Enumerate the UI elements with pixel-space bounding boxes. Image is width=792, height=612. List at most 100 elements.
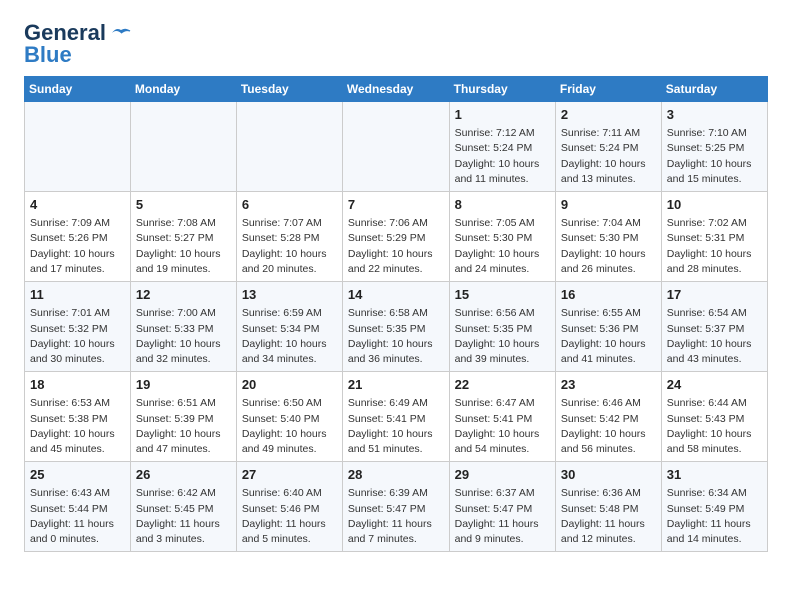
- calendar-table: SundayMondayTuesdayWednesdayThursdayFrid…: [24, 76, 768, 552]
- day-info: Sunrise: 7:05 AM Sunset: 5:30 PM Dayligh…: [455, 216, 550, 277]
- calendar-week-row: 11 Sunrise: 7:01 AM Sunset: 5:32 PM Dayli…: [25, 282, 768, 372]
- logo-bird-icon: [110, 25, 132, 41]
- calendar-cell: 31Sunrise: 6:34 AM Sunset: 5:49 PM Dayli…: [661, 462, 767, 552]
- day-info: Sunrise: 6:49 AM Sunset: 5:41 PM Dayligh…: [348, 396, 444, 457]
- day-number: 16: [561, 286, 656, 304]
- day-info: Sunrise: 7:08 AM Sunset: 5:27 PM Dayligh…: [136, 216, 231, 277]
- day-info: Sunrise: 6:56 AM Sunset: 5:35 PM Dayligh…: [455, 306, 550, 367]
- day-number: 19: [136, 376, 231, 394]
- calendar-cell: 21 Sunrise: 6:49 AM Sunset: 5:41 PM Dayli…: [342, 372, 449, 462]
- day-info: Sunrise: 7:06 AM Sunset: 5:29 PM Dayligh…: [348, 216, 444, 277]
- day-number: 8: [455, 196, 550, 214]
- day-number: 26: [136, 466, 231, 484]
- day-info: Sunrise: 7:11 AM Sunset: 5:24 PM Dayligh…: [561, 126, 656, 187]
- day-number: 12: [136, 286, 231, 304]
- weekday-header: Thursday: [449, 77, 555, 102]
- day-number: 10: [667, 196, 762, 214]
- calendar-cell: 29Sunrise: 6:37 AM Sunset: 5:47 PM Dayli…: [449, 462, 555, 552]
- calendar-cell: 27 Sunrise: 6:40 AM Sunset: 5:46 PM Dayli…: [236, 462, 342, 552]
- day-info: Sunrise: 6:40 AM Sunset: 5:46 PM Dayligh…: [242, 486, 337, 547]
- day-info: Sunrise: 7:04 AM Sunset: 5:30 PM Dayligh…: [561, 216, 656, 277]
- calendar-cell: 4Sunrise: 7:09 AM Sunset: 5:26 PM Daylig…: [25, 192, 131, 282]
- calendar-week-row: 25Sunrise: 6:43 AM Sunset: 5:44 PM Dayli…: [25, 462, 768, 552]
- calendar-cell: 26 Sunrise: 6:42 AM Sunset: 5:45 PM Dayli…: [130, 462, 236, 552]
- logo-text-blue: Blue: [24, 42, 72, 68]
- day-info: Sunrise: 6:50 AM Sunset: 5:40 PM Dayligh…: [242, 396, 337, 457]
- day-info: Sunrise: 6:55 AM Sunset: 5:36 PM Dayligh…: [561, 306, 656, 367]
- day-number: 7: [348, 196, 444, 214]
- day-number: 30: [561, 466, 656, 484]
- day-info: Sunrise: 6:39 AM Sunset: 5:47 PM Dayligh…: [348, 486, 444, 547]
- day-info: Sunrise: 6:58 AM Sunset: 5:35 PM Dayligh…: [348, 306, 444, 367]
- calendar-week-row: 18 Sunrise: 6:53 AM Sunset: 5:38 PM Dayli…: [25, 372, 768, 462]
- day-info: Sunrise: 6:51 AM Sunset: 5:39 PM Dayligh…: [136, 396, 231, 457]
- day-number: 23: [561, 376, 656, 394]
- weekday-header: Tuesday: [236, 77, 342, 102]
- day-info: Sunrise: 7:00 AM Sunset: 5:33 PM Dayligh…: [136, 306, 231, 367]
- calendar-cell: 18 Sunrise: 6:53 AM Sunset: 5:38 PM Dayli…: [25, 372, 131, 462]
- day-info: Sunrise: 7:02 AM Sunset: 5:31 PM Dayligh…: [667, 216, 762, 277]
- day-number: 21: [348, 376, 444, 394]
- calendar-cell: 1 Sunrise: 7:12 AM Sunset: 5:24 PM Daylig…: [449, 102, 555, 192]
- day-number: 5: [136, 196, 231, 214]
- day-info: Sunrise: 7:10 AM Sunset: 5:25 PM Dayligh…: [667, 126, 762, 187]
- day-info: Sunrise: 6:43 AM Sunset: 5:44 PM Dayligh…: [30, 486, 125, 547]
- day-number: 18: [30, 376, 125, 394]
- day-info: Sunrise: 6:46 AM Sunset: 5:42 PM Dayligh…: [561, 396, 656, 457]
- calendar-cell: 22Sunrise: 6:47 AM Sunset: 5:41 PM Dayli…: [449, 372, 555, 462]
- calendar-cell: 5 Sunrise: 7:08 AM Sunset: 5:27 PM Daylig…: [130, 192, 236, 282]
- day-number: 28: [348, 466, 444, 484]
- calendar-cell: 9 Sunrise: 7:04 AM Sunset: 5:30 PM Daylig…: [555, 192, 661, 282]
- day-number: 22: [455, 376, 550, 394]
- day-number: 6: [242, 196, 337, 214]
- weekday-header: Wednesday: [342, 77, 449, 102]
- weekday-header: Friday: [555, 77, 661, 102]
- day-number: 20: [242, 376, 337, 394]
- calendar-header: SundayMondayTuesdayWednesdayThursdayFrid…: [25, 77, 768, 102]
- day-info: Sunrise: 7:09 AM Sunset: 5:26 PM Dayligh…: [30, 216, 125, 277]
- calendar-cell: 28 Sunrise: 6:39 AM Sunset: 5:47 PM Dayli…: [342, 462, 449, 552]
- day-info: Sunrise: 7:01 AM Sunset: 5:32 PM Dayligh…: [30, 306, 125, 367]
- calendar-cell: 12 Sunrise: 7:00 AM Sunset: 5:33 PM Dayli…: [130, 282, 236, 372]
- logo: General Blue: [24, 20, 132, 68]
- day-number: 9: [561, 196, 656, 214]
- day-info: Sunrise: 6:36 AM Sunset: 5:48 PM Dayligh…: [561, 486, 656, 547]
- calendar-cell: 8 Sunrise: 7:05 AM Sunset: 5:30 PM Daylig…: [449, 192, 555, 282]
- calendar-week-row: 1 Sunrise: 7:12 AM Sunset: 5:24 PM Daylig…: [25, 102, 768, 192]
- calendar-cell: 13 Sunrise: 6:59 AM Sunset: 5:34 PM Dayli…: [236, 282, 342, 372]
- weekday-header: Monday: [130, 77, 236, 102]
- calendar-cell: 17 Sunrise: 6:54 AM Sunset: 5:37 PM Dayli…: [661, 282, 767, 372]
- day-number: 15: [455, 286, 550, 304]
- day-number: 17: [667, 286, 762, 304]
- day-number: 1: [455, 106, 550, 124]
- day-number: 13: [242, 286, 337, 304]
- weekday-header: Sunday: [25, 77, 131, 102]
- calendar-cell: 20 Sunrise: 6:50 AM Sunset: 5:40 PM Dayli…: [236, 372, 342, 462]
- day-number: 27: [242, 466, 337, 484]
- day-number: 3: [667, 106, 762, 124]
- day-info: Sunrise: 6:54 AM Sunset: 5:37 PM Dayligh…: [667, 306, 762, 367]
- calendar-cell: 23 Sunrise: 6:46 AM Sunset: 5:42 PM Dayli…: [555, 372, 661, 462]
- day-number: 24: [667, 376, 762, 394]
- calendar-cell: 10 Sunrise: 7:02 AM Sunset: 5:31 PM Dayli…: [661, 192, 767, 282]
- weekday-header: Saturday: [661, 77, 767, 102]
- calendar-cell: 14 Sunrise: 6:58 AM Sunset: 5:35 PM Dayli…: [342, 282, 449, 372]
- day-number: 29: [455, 466, 550, 484]
- day-info: Sunrise: 6:59 AM Sunset: 5:34 PM Dayligh…: [242, 306, 337, 367]
- calendar-cell: [130, 102, 236, 192]
- calendar-cell: 6Sunrise: 7:07 AM Sunset: 5:28 PM Daylig…: [236, 192, 342, 282]
- calendar-cell: 3 Sunrise: 7:10 AM Sunset: 5:25 PM Daylig…: [661, 102, 767, 192]
- day-number: 14: [348, 286, 444, 304]
- day-info: Sunrise: 6:53 AM Sunset: 5:38 PM Dayligh…: [30, 396, 125, 457]
- calendar-cell: 16 Sunrise: 6:55 AM Sunset: 5:36 PM Dayli…: [555, 282, 661, 372]
- header: General Blue: [24, 20, 768, 68]
- calendar-cell: 30 Sunrise: 6:36 AM Sunset: 5:48 PM Dayli…: [555, 462, 661, 552]
- calendar-cell: 24Sunrise: 6:44 AM Sunset: 5:43 PM Dayli…: [661, 372, 767, 462]
- day-info: Sunrise: 6:42 AM Sunset: 5:45 PM Dayligh…: [136, 486, 231, 547]
- calendar-body: 1 Sunrise: 7:12 AM Sunset: 5:24 PM Daylig…: [25, 102, 768, 552]
- calendar-cell: [25, 102, 131, 192]
- calendar-cell: 11 Sunrise: 7:01 AM Sunset: 5:32 PM Dayli…: [25, 282, 131, 372]
- day-info: Sunrise: 6:34 AM Sunset: 5:49 PM Dayligh…: [667, 486, 762, 547]
- day-number: 11: [30, 286, 125, 304]
- day-info: Sunrise: 7:12 AM Sunset: 5:24 PM Dayligh…: [455, 126, 550, 187]
